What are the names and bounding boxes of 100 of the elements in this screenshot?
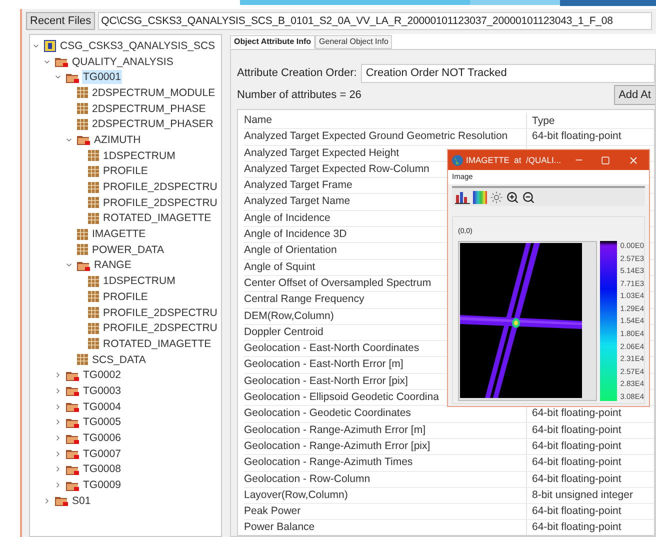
dataset-icon [77, 103, 88, 114]
table-cell: Power Balance [244, 520, 315, 535]
collapse-caret-icon[interactable] [54, 402, 62, 411]
dataset-icon [77, 354, 88, 366]
table-cell-text: Angle of Incidence [244, 210, 330, 226]
folder-icon [77, 134, 90, 146]
tree-item[interactable]: 2DSPECTRUM_PHASE [91, 102, 207, 116]
tree-item[interactable]: ROTATED_IMAGETTE [102, 211, 212, 226]
tree-item[interactable]: TG0006 [82, 431, 122, 446]
tree-item[interactable]: PROFILE_2DSPECTRU [102, 180, 218, 194]
tree-item[interactable]: RANGE [93, 258, 132, 272]
tree-item[interactable]: 1DSPECTRUM [102, 274, 176, 288]
table-cell: Analyzed Target Expected Height [244, 146, 400, 161]
column-header[interactable]: Type [526, 113, 555, 128]
brightness-icon[interactable] [490, 190, 503, 204]
tree-item[interactable]: 2DSPECTRUM_MODULE [91, 86, 216, 100]
column-header[interactable]: Name [244, 113, 272, 128]
window-title: IMAGETTE at /QUALI... [466, 154, 562, 166]
tree-item[interactable]: PROFILE_2DSPECTRU [102, 306, 218, 320]
dataset-icon [77, 244, 88, 256]
folder-icon [66, 385, 79, 396]
collapse-caret-icon[interactable] [54, 371, 62, 380]
table-cell-text: Angle of Orientation [244, 243, 337, 258]
tree-item[interactable]: TG0003 [82, 384, 122, 398]
tree-item[interactable]: TG0007 [82, 446, 122, 461]
table-cell-text: Center Offset of Oversampled Spectrum [244, 276, 432, 291]
table-cell: 64-bit floating-point [532, 440, 622, 452]
table-cell-text: Doppler Centroid [244, 324, 324, 340]
close-icon[interactable] [628, 154, 639, 166]
dataset-icon [88, 166, 99, 177]
tree-item[interactable]: TG0005 [82, 415, 122, 430]
table-cell: 64-bit floating-point [532, 130, 622, 142]
dataset-icon [88, 338, 99, 350]
table-cell-text: Layover(Row,Column) [244, 488, 348, 503]
tree-item[interactable]: PROFILE_2DSPECTRU [102, 196, 218, 210]
table-cell: 64-bit floating-point [532, 407, 622, 420]
maximize-icon[interactable] [601, 156, 610, 164]
folder-icon [66, 72, 79, 83]
tree-item[interactable]: TG0008 [82, 462, 122, 476]
tree-item[interactable]: S01 [71, 494, 92, 508]
globe-icon [452, 154, 463, 166]
collapse-caret-icon[interactable] [54, 481, 62, 490]
tree-item[interactable]: PROFILE [102, 290, 149, 304]
tree-item[interactable]: TG0002 [82, 368, 122, 382]
table-cell: 64-bit floating-point [532, 505, 622, 518]
collapse-caret-icon[interactable] [54, 450, 62, 458]
table-cell: 64-bit floating-point [532, 456, 622, 468]
tree-item[interactable]: 2DSPECTRUM_PHASER [91, 117, 214, 132]
folder-icon [66, 370, 79, 381]
palette-icon[interactable] [473, 190, 487, 204]
collapse-caret-icon[interactable] [54, 386, 62, 395]
tree-item[interactable]: QUALITY_ANALYSIS [71, 54, 174, 69]
tree-item[interactable]: IMAGETTE [91, 227, 147, 242]
table-cell: Geolocation - East-North Coordinates [244, 341, 420, 356]
histogram-icon[interactable] [455, 190, 470, 204]
file-icon [44, 40, 56, 52]
collapse-caret-icon[interactable] [54, 418, 62, 426]
dataset-icon [88, 291, 99, 302]
dataset-icon [88, 307, 99, 318]
table-cell-text: Analyzed Target Expected Row-Column [244, 162, 430, 177]
tree-item[interactable]: PROFILE [102, 164, 149, 178]
folder-icon [55, 56, 68, 68]
tree-item[interactable]: 1DSPECTRUM [102, 148, 176, 163]
table-cell: Peak Power [244, 504, 301, 520]
table-cell-text: Geolocation - East-North Error [m] [244, 357, 404, 372]
tree-item[interactable]: POWER_DATA [91, 242, 165, 257]
table-cell-text: Analyzed Target Name [244, 194, 350, 210]
zoom-in-icon[interactable] [506, 190, 519, 204]
path-field[interactable]: QC\CSG_CSKS3_QANALYSIS_SCS_B_0101_S2_0A_VV_LA_R_20000101123037_20000101123043_1_F_08 [98, 12, 652, 30]
zoom-out-icon[interactable] [522, 190, 535, 204]
table-cell: DEM(Row,Column) [244, 308, 334, 324]
tab[interactable]: General Object Info [315, 35, 392, 49]
table-cell: Angle of Squint [244, 260, 316, 275]
dataset-icon [88, 182, 99, 193]
tree-item[interactable]: TG0009 [82, 478, 122, 492]
tab[interactable]: Object Attribute Info [230, 35, 316, 49]
table-cell-text: Geolocation - Range-Azimuth Times [244, 455, 413, 470]
folder-icon [66, 480, 79, 491]
creation-order-field[interactable]: Creation Order NOT Tracked [360, 64, 655, 82]
collapse-caret-icon[interactable] [54, 465, 62, 474]
folder-icon [66, 416, 79, 428]
tree-item[interactable]: ROTATED_IMAGETTE [102, 336, 212, 351]
tree-item[interactable]: CSG_CSKS3_QANALYSIS_SCS [59, 38, 216, 53]
tree-item[interactable]: PROFILE_2DSPECTRU [102, 321, 218, 336]
tree-item[interactable]: SCS_DATA [91, 352, 147, 367]
folder-icon [66, 464, 79, 475]
table-cell: 64-bit floating-point [532, 472, 622, 485]
tree-item[interactable]: TG0004 [82, 400, 122, 414]
collapse-caret-icon[interactable] [54, 434, 62, 442]
table-cell-text: Geolocation - East-North Error [pix] [244, 374, 408, 389]
table-cell: Analyzed Target Frame [244, 178, 352, 194]
tree-item[interactable]: TG0001 [82, 70, 122, 84]
table-cell-text: Geolocation - Range-Azimuth Error [pix] [244, 438, 430, 454]
table-cell: 64-bit floating-point [532, 521, 622, 534]
add-attribute-button[interactable]: Add At [614, 85, 655, 105]
dataset-icon [77, 118, 88, 130]
tree-item[interactable]: AZIMUTH [93, 132, 142, 147]
recent-files-button[interactable]: Recent Files [26, 12, 96, 30]
collapse-caret-icon[interactable] [43, 496, 51, 505]
dataset-icon [88, 150, 99, 162]
